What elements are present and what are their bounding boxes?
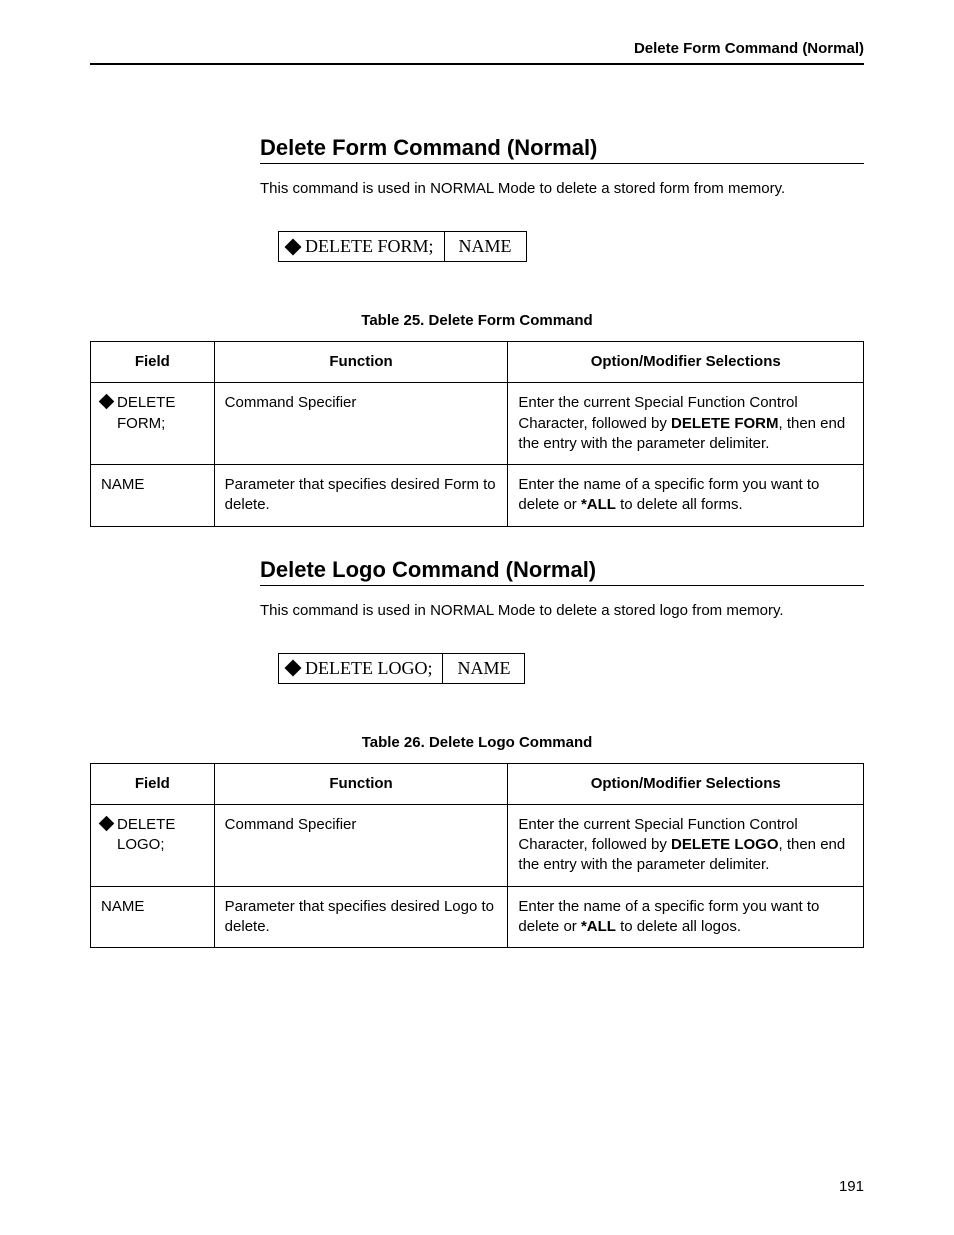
diamond-icon bbox=[99, 815, 115, 831]
col-options: Option/Modifier Selections bbox=[508, 763, 864, 804]
syntax-right: NAME bbox=[444, 232, 526, 261]
opt-post: to delete all forms. bbox=[616, 496, 743, 513]
col-function: Function bbox=[214, 763, 508, 804]
opt-bold: *ALL bbox=[581, 496, 616, 513]
section-intro: This command is used in NORMAL Mode to d… bbox=[260, 178, 864, 199]
diamond-icon bbox=[285, 660, 302, 677]
section-delete-form: Delete Form Command (Normal) This comman… bbox=[260, 135, 864, 312]
cell-function: Command Specifier bbox=[214, 383, 508, 465]
cell-options: Enter the name of a specific form you wa… bbox=[508, 465, 864, 527]
syntax-left-text: DELETE LOGO; bbox=[305, 658, 432, 679]
section-delete-logo: Delete Logo Command (Normal) This comman… bbox=[260, 557, 864, 734]
cell-field: DELETE FORM; bbox=[91, 383, 215, 465]
syntax-left: DELETE FORM; bbox=[279, 232, 444, 261]
cell-options: Enter the name of a specific form you wa… bbox=[508, 886, 864, 948]
diamond-icon bbox=[285, 238, 302, 255]
table-caption: Table 25. Delete Form Command bbox=[90, 312, 864, 329]
command-table: Field Function Option/Modifier Selection… bbox=[90, 341, 864, 527]
syntax-right-text: NAME bbox=[457, 658, 510, 679]
cell-function: Parameter that specifies desired Logo to… bbox=[214, 886, 508, 948]
cell-function: Command Specifier bbox=[214, 804, 508, 886]
command-table: Field Function Option/Modifier Selection… bbox=[90, 763, 864, 949]
opt-bold: DELETE LOGO bbox=[671, 836, 779, 853]
page-number: 191 bbox=[839, 1178, 864, 1195]
opt-bold: *ALL bbox=[581, 918, 616, 935]
table-block-logo: Table 26. Delete Logo Command Field Func… bbox=[90, 734, 864, 949]
section-heading: Delete Form Command (Normal) bbox=[260, 135, 864, 164]
field-text: DELETE LOGO; bbox=[117, 815, 204, 856]
cell-options: Enter the current Special Function Contr… bbox=[508, 383, 864, 465]
col-field: Field bbox=[91, 763, 215, 804]
col-function: Function bbox=[214, 342, 508, 383]
table-block-form: Table 25. Delete Form Command Field Func… bbox=[90, 312, 864, 527]
syntax-right-text: NAME bbox=[459, 236, 512, 257]
running-header: Delete Form Command (Normal) bbox=[90, 40, 864, 65]
cell-options: Enter the current Special Function Contr… bbox=[508, 804, 864, 886]
cell-function: Parameter that specifies desired Form to… bbox=[214, 465, 508, 527]
table-caption: Table 26. Delete Logo Command bbox=[90, 734, 864, 751]
syntax-left-text: DELETE FORM; bbox=[305, 236, 434, 257]
opt-post: to delete all logos. bbox=[616, 918, 741, 935]
cell-field: NAME bbox=[91, 886, 215, 948]
col-options: Option/Modifier Selections bbox=[508, 342, 864, 383]
section-heading: Delete Logo Command (Normal) bbox=[260, 557, 864, 586]
syntax-box: DELETE LOGO; NAME bbox=[278, 653, 525, 684]
diamond-icon bbox=[99, 394, 115, 410]
col-field: Field bbox=[91, 342, 215, 383]
table-header-row: Field Function Option/Modifier Selection… bbox=[91, 763, 864, 804]
table-row: DELETE FORM; Command Specifier Enter the… bbox=[91, 383, 864, 465]
table-header-row: Field Function Option/Modifier Selection… bbox=[91, 342, 864, 383]
field-text: DELETE FORM; bbox=[117, 393, 204, 434]
table-row: NAME Parameter that specifies desired Lo… bbox=[91, 886, 864, 948]
section-intro: This command is used in NORMAL Mode to d… bbox=[260, 600, 864, 621]
table-row: NAME Parameter that specifies desired Fo… bbox=[91, 465, 864, 527]
syntax-left: DELETE LOGO; bbox=[279, 654, 442, 683]
syntax-right: NAME bbox=[442, 654, 524, 683]
syntax-box: DELETE FORM; NAME bbox=[278, 231, 527, 262]
cell-field: NAME bbox=[91, 465, 215, 527]
running-header-text: Delete Form Command (Normal) bbox=[634, 40, 864, 57]
table-row: DELETE LOGO; Command Specifier Enter the… bbox=[91, 804, 864, 886]
cell-field: DELETE LOGO; bbox=[91, 804, 215, 886]
opt-bold: DELETE FORM bbox=[671, 415, 779, 432]
